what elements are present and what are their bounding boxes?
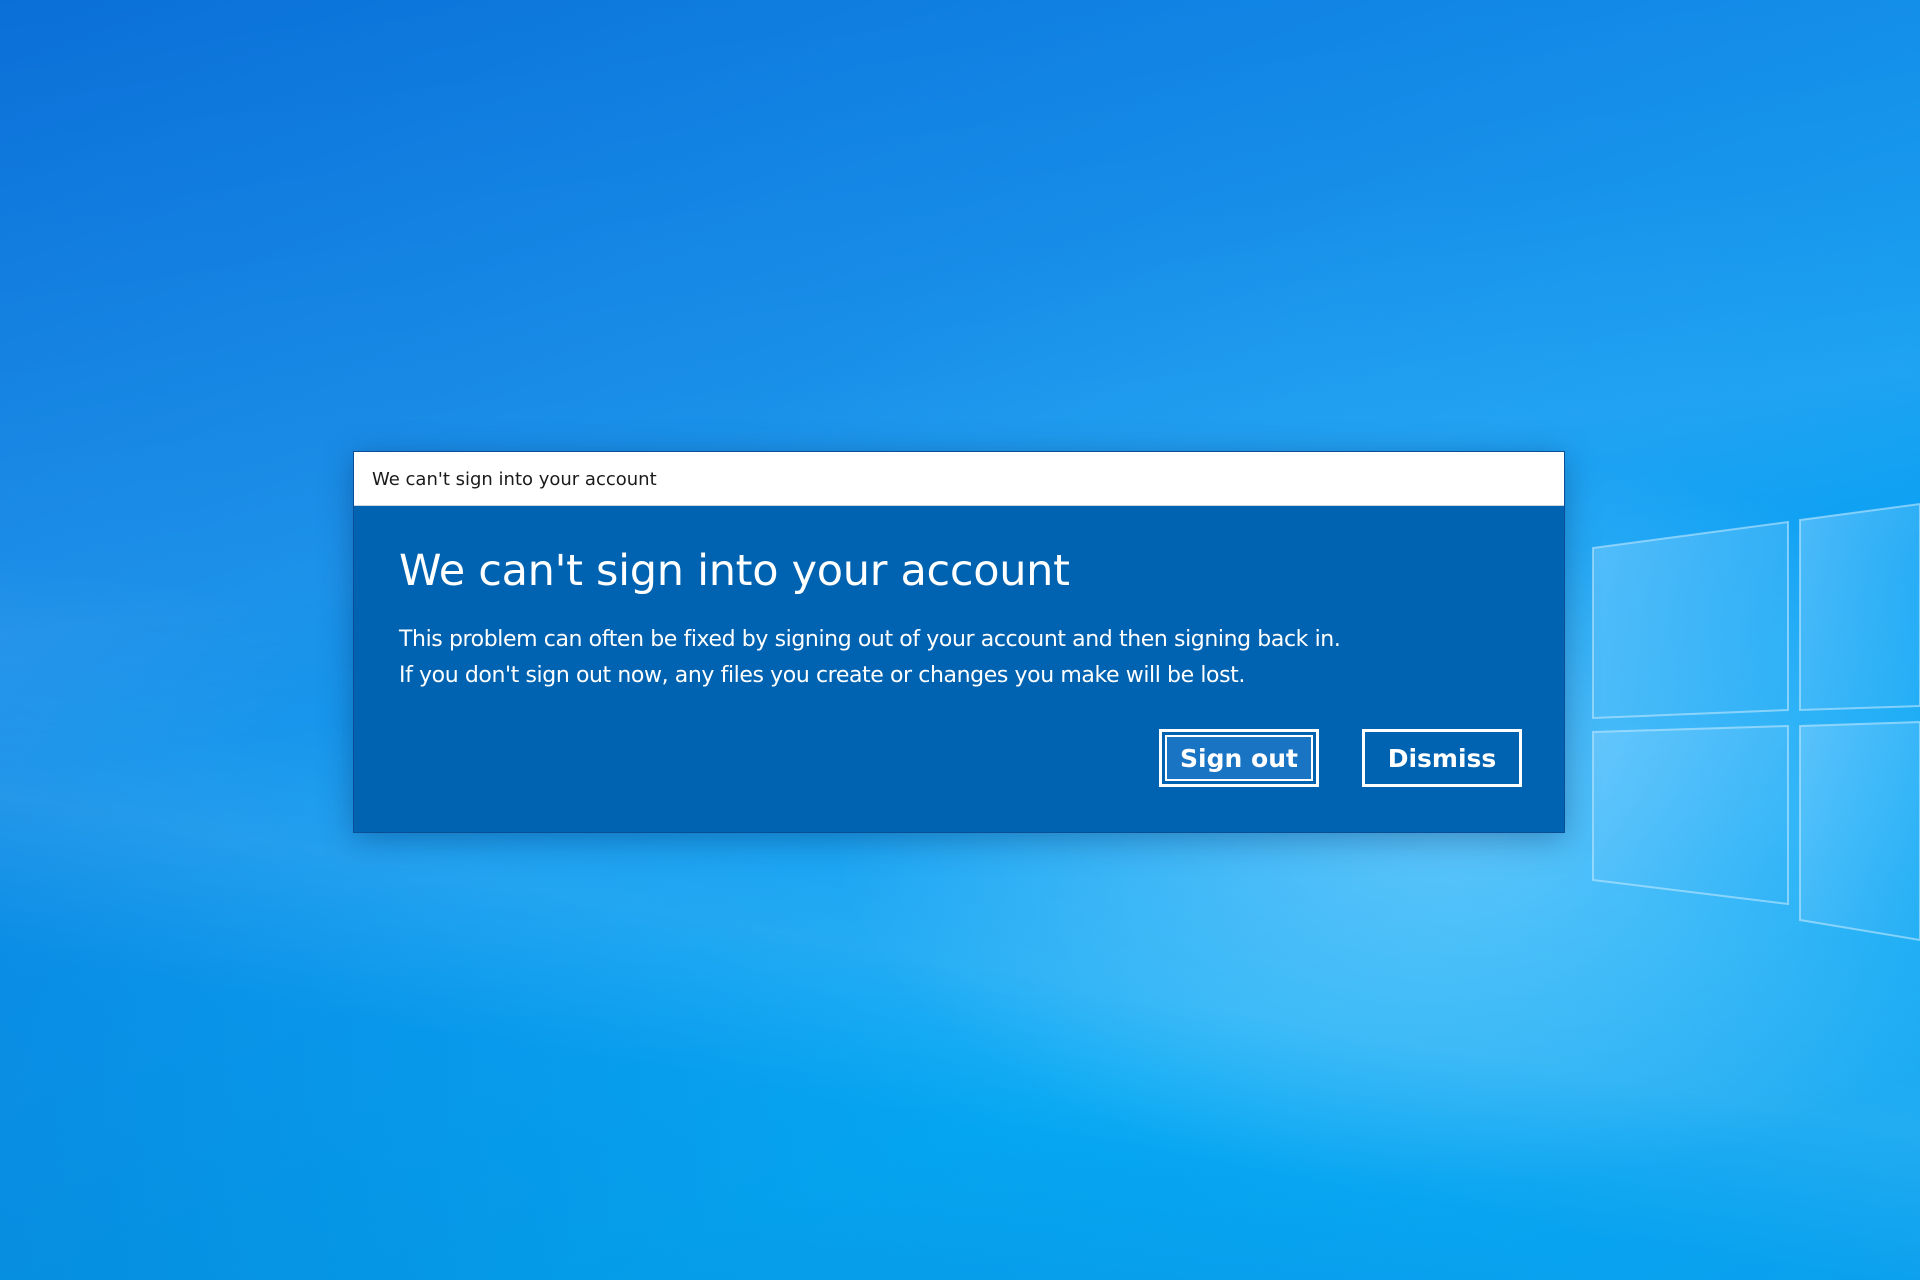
- dialog-title: We can't sign into your account: [372, 469, 657, 490]
- sign-out-button[interactable]: Sign out: [1159, 729, 1319, 787]
- windows-logo-icon: [1592, 502, 1920, 942]
- dialog-titlebar[interactable]: We can't sign into your account: [354, 452, 1564, 506]
- desktop-background: We can't sign into your account We can't…: [0, 0, 1920, 1280]
- dismiss-button[interactable]: Dismiss: [1362, 729, 1522, 787]
- message-line-2: If you don't sign out now, any files you…: [399, 663, 1245, 688]
- message-line-1: This problem can often be fixed by signi…: [399, 627, 1341, 652]
- dialog-message: This problem can often be fixed by signi…: [399, 622, 1341, 694]
- dialog-headline: We can't sign into your account: [399, 546, 1070, 596]
- error-dialog: We can't sign into your account We can't…: [353, 451, 1565, 833]
- dialog-body: We can't sign into your account This pro…: [354, 506, 1564, 832]
